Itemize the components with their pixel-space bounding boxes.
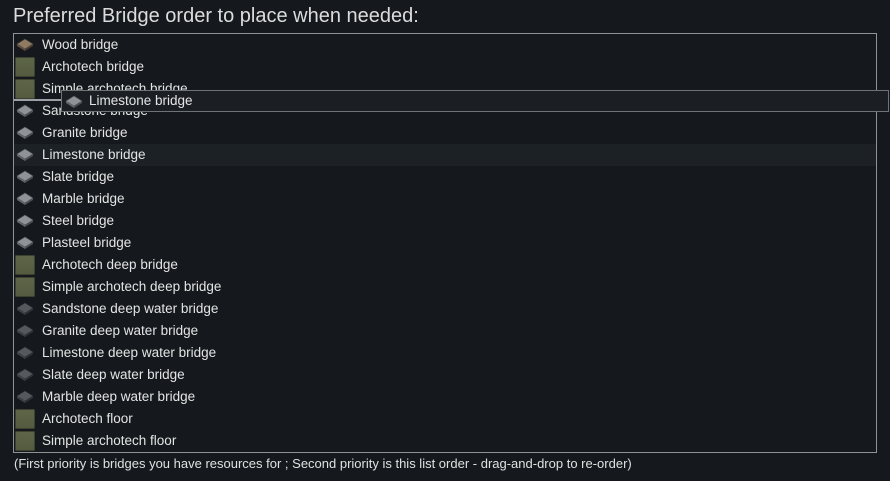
archotech-floor-icon — [15, 409, 35, 429]
list-item-label: Marble deep water bridge — [42, 389, 196, 404]
sandstone-bridge-icon — [15, 101, 35, 121]
list-item-label: Marble bridge — [42, 191, 125, 206]
steel-bridge-icon — [15, 211, 35, 231]
list-item-label: Slate bridge — [42, 169, 115, 184]
list-item-label: Granite deep water bridge — [42, 323, 199, 338]
list-item[interactable]: Limestone bridge — [14, 144, 876, 166]
list-item[interactable]: Granite bridge — [14, 122, 876, 144]
list-item-label: Archotech floor — [42, 411, 133, 426]
archotech-deep-bridge-icon — [15, 255, 35, 275]
simple-archotech-deep-bridge-icon — [15, 277, 35, 297]
list-item[interactable]: Simple archotech floor — [14, 430, 876, 452]
sandstone-deep-water-bridge-icon — [15, 299, 35, 319]
granite-deep-water-bridge-icon — [15, 321, 35, 341]
list-item[interactable]: Marble deep water bridge — [14, 386, 876, 408]
limestone-bridge-icon — [15, 145, 35, 165]
archotech-bridge-icon — [15, 57, 35, 77]
list-item-label: Sandstone deep water bridge — [42, 301, 219, 316]
list-item-label: Wood bridge — [42, 37, 119, 52]
limestone-deep-water-bridge-icon — [15, 343, 35, 363]
simple-archotech-bridge-icon — [15, 79, 35, 99]
list-item[interactable]: Slate deep water bridge — [14, 364, 876, 386]
slate-bridge-icon — [15, 167, 35, 187]
granite-bridge-icon — [15, 123, 35, 143]
list-item[interactable]: Marble bridge — [14, 188, 876, 210]
wood-bridge-icon — [15, 35, 35, 55]
list-item[interactable]: Simple archotech deep bridge — [14, 276, 876, 298]
slate-deep-water-bridge-icon — [15, 365, 35, 385]
list-item[interactable]: Sandstone deep water bridge — [14, 298, 876, 320]
list-item-label: Plasteel bridge — [42, 235, 132, 250]
list-item-label: Steel bridge — [42, 213, 115, 228]
list-item-label: Granite bridge — [42, 125, 128, 140]
list-item-label: Limestone deep water bridge — [42, 345, 217, 360]
list-item-label: Archotech bridge — [42, 59, 145, 74]
list-item[interactable]: Wood bridge — [14, 34, 876, 56]
marble-deep-water-bridge-icon — [15, 387, 35, 407]
list-item[interactable]: Archotech bridge — [14, 56, 876, 78]
limestone-bridge-icon — [64, 92, 84, 112]
plasteel-bridge-icon — [15, 233, 35, 253]
list-item[interactable]: Slate bridge — [14, 166, 876, 188]
list-item-label: Slate deep water bridge — [42, 367, 185, 382]
dragged-list-item[interactable]: Limestone bridge — [61, 90, 889, 112]
list-item-label: Archotech deep bridge — [42, 257, 178, 272]
drop-position-marker — [14, 99, 61, 101]
list-item-label: Limestone bridge — [42, 147, 146, 162]
list-item[interactable]: Steel bridge — [14, 210, 876, 232]
list-item[interactable]: Archotech floor — [14, 408, 876, 430]
list-item-label: Simple archotech deep bridge — [42, 279, 222, 294]
list-item-label: Simple archotech floor — [42, 433, 177, 448]
list-item[interactable]: Plasteel bridge — [14, 232, 876, 254]
simple-archotech-floor-icon — [15, 431, 35, 451]
marble-bridge-icon — [15, 189, 35, 209]
page-title: Preferred Bridge order to place when nee… — [13, 5, 419, 27]
list-item[interactable]: Limestone deep water bridge — [14, 342, 876, 364]
dragged-item-label: Limestone bridge — [89, 93, 193, 108]
instructions-footnote: (First priority is bridges you have reso… — [14, 456, 632, 471]
list-item[interactable]: Archotech deep bridge — [14, 254, 876, 276]
list-item[interactable]: Granite deep water bridge — [14, 320, 876, 342]
